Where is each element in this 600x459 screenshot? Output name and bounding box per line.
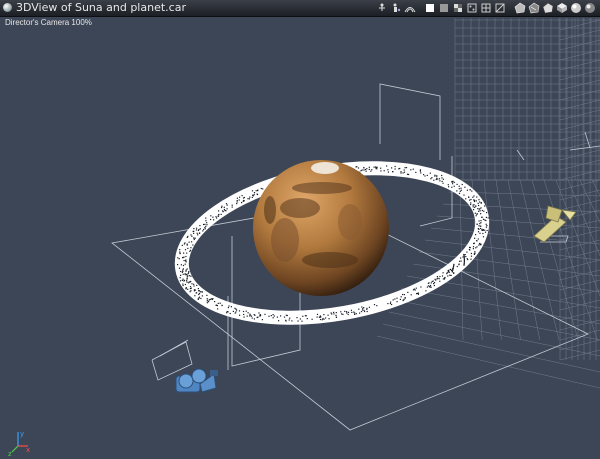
camera-label[interactable]: Director's Camera 100% xyxy=(5,18,92,27)
light-object[interactable] xyxy=(533,205,577,243)
render-style-lines-icon[interactable] xyxy=(494,2,506,14)
render-style-flat-icon[interactable] xyxy=(514,2,526,14)
render-style-grid-icon[interactable] xyxy=(480,2,492,14)
render-style-gray-icon[interactable] xyxy=(438,2,450,14)
3d-view-window: y x z 3DView of Suna and planet.car Dire… xyxy=(0,0,600,459)
render-style-white-icon[interactable] xyxy=(424,2,436,14)
axis-gizmo: y x z xyxy=(8,430,30,458)
axis-label-z: z xyxy=(8,450,12,458)
window-title: 3DView of Suna and planet.car xyxy=(16,1,186,14)
axis-label-x: x xyxy=(26,446,30,454)
render-style-full-icon[interactable] xyxy=(584,2,596,14)
render-style-dots-icon[interactable] xyxy=(466,2,478,14)
render-style-smooth-icon[interactable] xyxy=(528,2,540,14)
render-style-texture-icon[interactable] xyxy=(556,2,568,14)
window-menu-icon[interactable] xyxy=(3,3,12,12)
render-toolbar xyxy=(376,1,596,15)
title-bar[interactable]: 3DView of Suna and planet.car xyxy=(0,0,600,17)
skeleton-icon[interactable] xyxy=(376,2,388,14)
planet-sphere[interactable] xyxy=(253,160,389,296)
camera-object[interactable] xyxy=(175,368,218,393)
3d-viewport[interactable]: y x z xyxy=(0,0,600,459)
render-style-shaded-icon[interactable] xyxy=(542,2,554,14)
figure-icon[interactable] xyxy=(390,2,402,14)
hair-icon[interactable] xyxy=(404,2,416,14)
render-style-checker-icon[interactable] xyxy=(452,2,464,14)
axis-label-y: y xyxy=(20,430,24,438)
room-grid xyxy=(376,18,600,389)
render-style-sphere-icon[interactable] xyxy=(570,2,582,14)
